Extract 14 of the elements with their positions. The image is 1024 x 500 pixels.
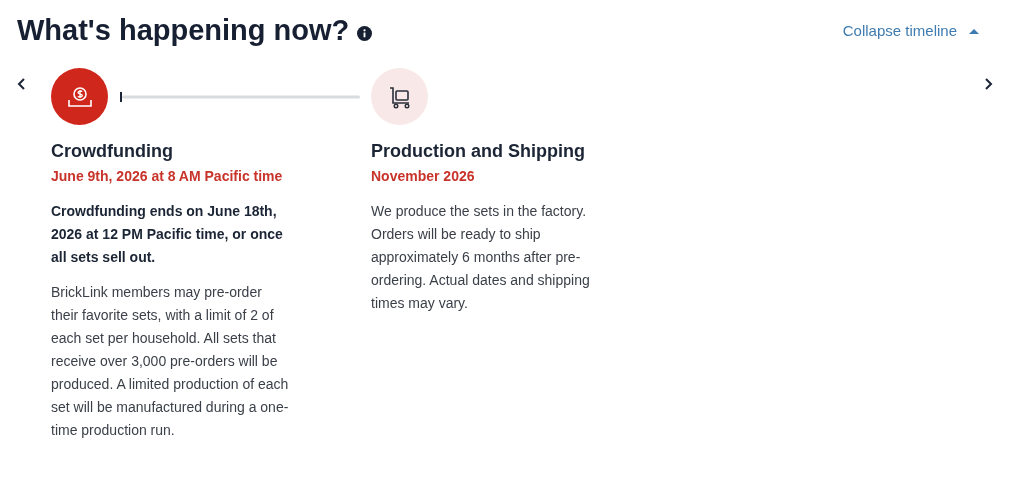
step-note: Crowdfunding ends on June 18th, 2026 at 12 PM Pacific time, or once all sets sell out. [51, 202, 284, 267]
collapse-timeline-link[interactable]: Collapse timeline [842, 19, 979, 43]
chevron-left-icon [17, 77, 27, 91]
info-icon[interactable] [357, 25, 373, 41]
chevron-right-icon [983, 77, 993, 91]
step-description: BrickLink members may pre-order their favorite sets, with a limit of 2 of each set per household. All sets that receive over 3,000 pre-orders will be produced. A limited production of each set will be manufactured during a one-time production run. [51, 283, 290, 440]
coin-tray-icon [66, 84, 93, 109]
caret-up-icon [969, 27, 979, 35]
step-date: November 2026 [371, 167, 476, 186]
step-title: Crowdfunding [51, 140, 174, 163]
step-description: We produce the sets in the factory. Orders will be ready to ship approximately 6 months after pre-ordering. Actual dates and shipping times may vary. [371, 202, 591, 313]
step-date: June 9th, 2026 at 8 AM Pacific time [51, 167, 284, 186]
step-title: Production and Shipping [371, 140, 586, 163]
page-title: What's happening now? [17, 13, 350, 48]
